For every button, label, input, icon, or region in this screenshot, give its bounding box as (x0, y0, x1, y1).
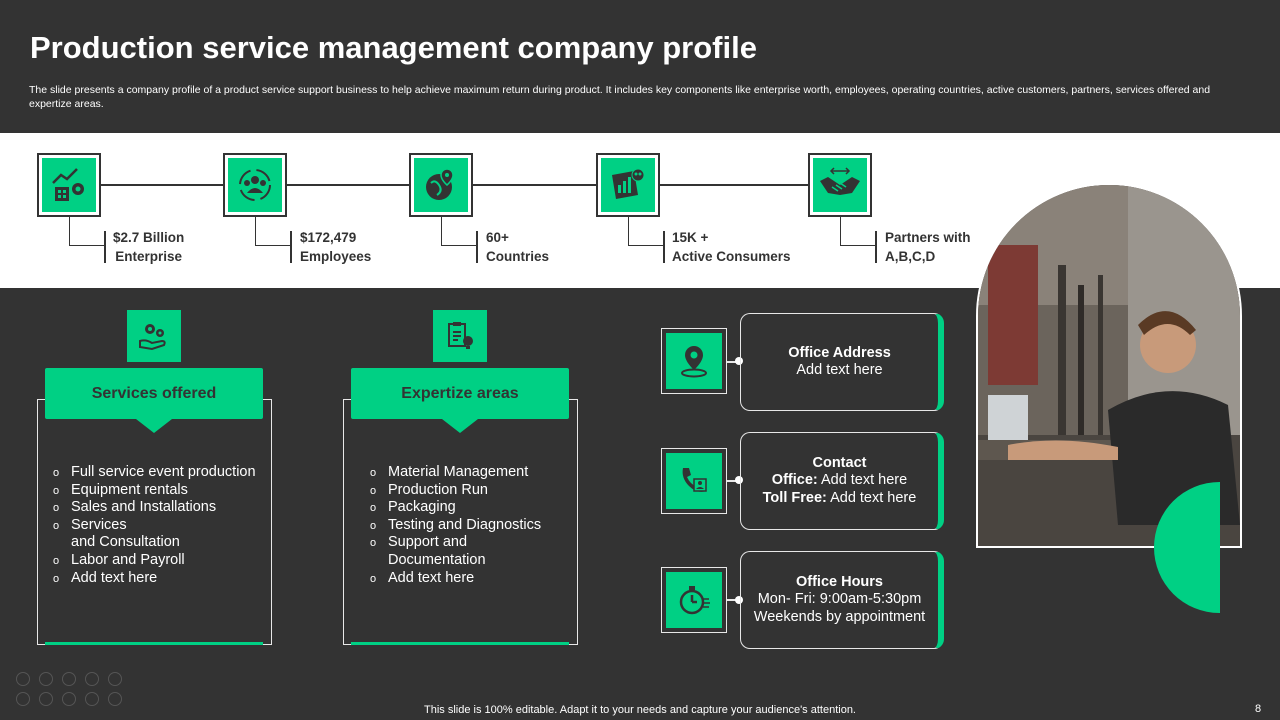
slide-title: Production service management company pr… (30, 30, 757, 65)
list-item: Support and (370, 534, 570, 552)
contact-title: Contact (812, 454, 867, 471)
expertise-heading: Expertize areas (351, 368, 569, 419)
hand-gears-icon (127, 310, 181, 362)
stopwatch-icon (661, 567, 727, 633)
stat-bar (875, 231, 877, 263)
slide-subtitle: The slide presents a company profile of … (29, 84, 1211, 110)
customers-icon (596, 153, 660, 217)
handshake-icon (808, 153, 872, 217)
stat-connector (69, 217, 105, 246)
clipboard-bulb-icon (433, 310, 487, 362)
list-item: Equipment rentals (53, 482, 268, 500)
stat-connector (628, 217, 664, 246)
list-item: Material Management (370, 464, 570, 482)
list-item: Add text here (53, 570, 268, 588)
list-item: Labor and Payroll (53, 552, 268, 570)
office-hours-line1: Mon- Fri: 9:00am-5:30pm (757, 591, 922, 608)
growth-chart-icon (37, 153, 101, 217)
stat-enterprise: $2.7 Billion Enterprise (113, 230, 185, 264)
globe-location-icon (409, 153, 473, 217)
phone-contact-icon (661, 448, 727, 514)
stat-partners: Partners with A,B,C,D (885, 230, 971, 264)
list-item: Sales and Installations (53, 499, 268, 517)
list-item: Testing and Diagnostics (370, 517, 570, 535)
expertise-pointer (442, 419, 478, 433)
stat-countries: 60+ Countries (486, 230, 550, 264)
location-pin-icon (661, 328, 727, 394)
services-pointer (136, 419, 172, 433)
office-address-card: Office Address Add text here (740, 313, 944, 411)
contact-tollfree-line: Toll Free: Add text here (762, 489, 917, 506)
stat-employees: $172,479 Employees (300, 230, 372, 264)
contact-office-line: Office: Add text here (771, 472, 908, 489)
stat-bar (290, 231, 292, 263)
list-item: Add text here (370, 570, 570, 588)
stat-connector (255, 217, 291, 246)
list-item: Full service event production (53, 464, 268, 482)
stat-bar (663, 231, 665, 263)
list-item: and Consultation (71, 534, 180, 551)
services-list: Full service event production Equipment … (53, 464, 268, 588)
stat-connector (840, 217, 876, 246)
stat-connector (441, 217, 477, 246)
office-hours-card: Office Hours Mon- Fri: 9:00am-5:30pm Wee… (740, 551, 944, 649)
office-address-text: Add text here (796, 362, 883, 378)
office-hours-title: Office Hours (795, 573, 883, 590)
services-footer-bar (45, 642, 263, 645)
decorative-dots (16, 672, 122, 706)
office-hours-line2: Weekends by appointment (753, 608, 926, 625)
office-address-title: Office Address (788, 344, 891, 361)
list-item: Documentation (388, 551, 486, 568)
stat-consumers: 15K + Active Consumers (672, 230, 791, 264)
page-number: 8 (1255, 703, 1262, 715)
expertise-footer-bar (351, 642, 569, 645)
list-item: Services (53, 517, 268, 535)
footer-note: This slide is 100% editable. Adapt it to… (424, 704, 856, 716)
services-heading: Services offered (45, 368, 263, 419)
stat-bar (104, 231, 106, 263)
list-item: Packaging (370, 499, 570, 517)
contact-card: Contact Office: Add text here Toll Free:… (740, 432, 944, 530)
expertise-list: Material Management Production Run Packa… (370, 464, 570, 588)
team-icon (223, 153, 287, 217)
list-item: Production Run (370, 482, 570, 500)
stat-bar (476, 231, 478, 263)
